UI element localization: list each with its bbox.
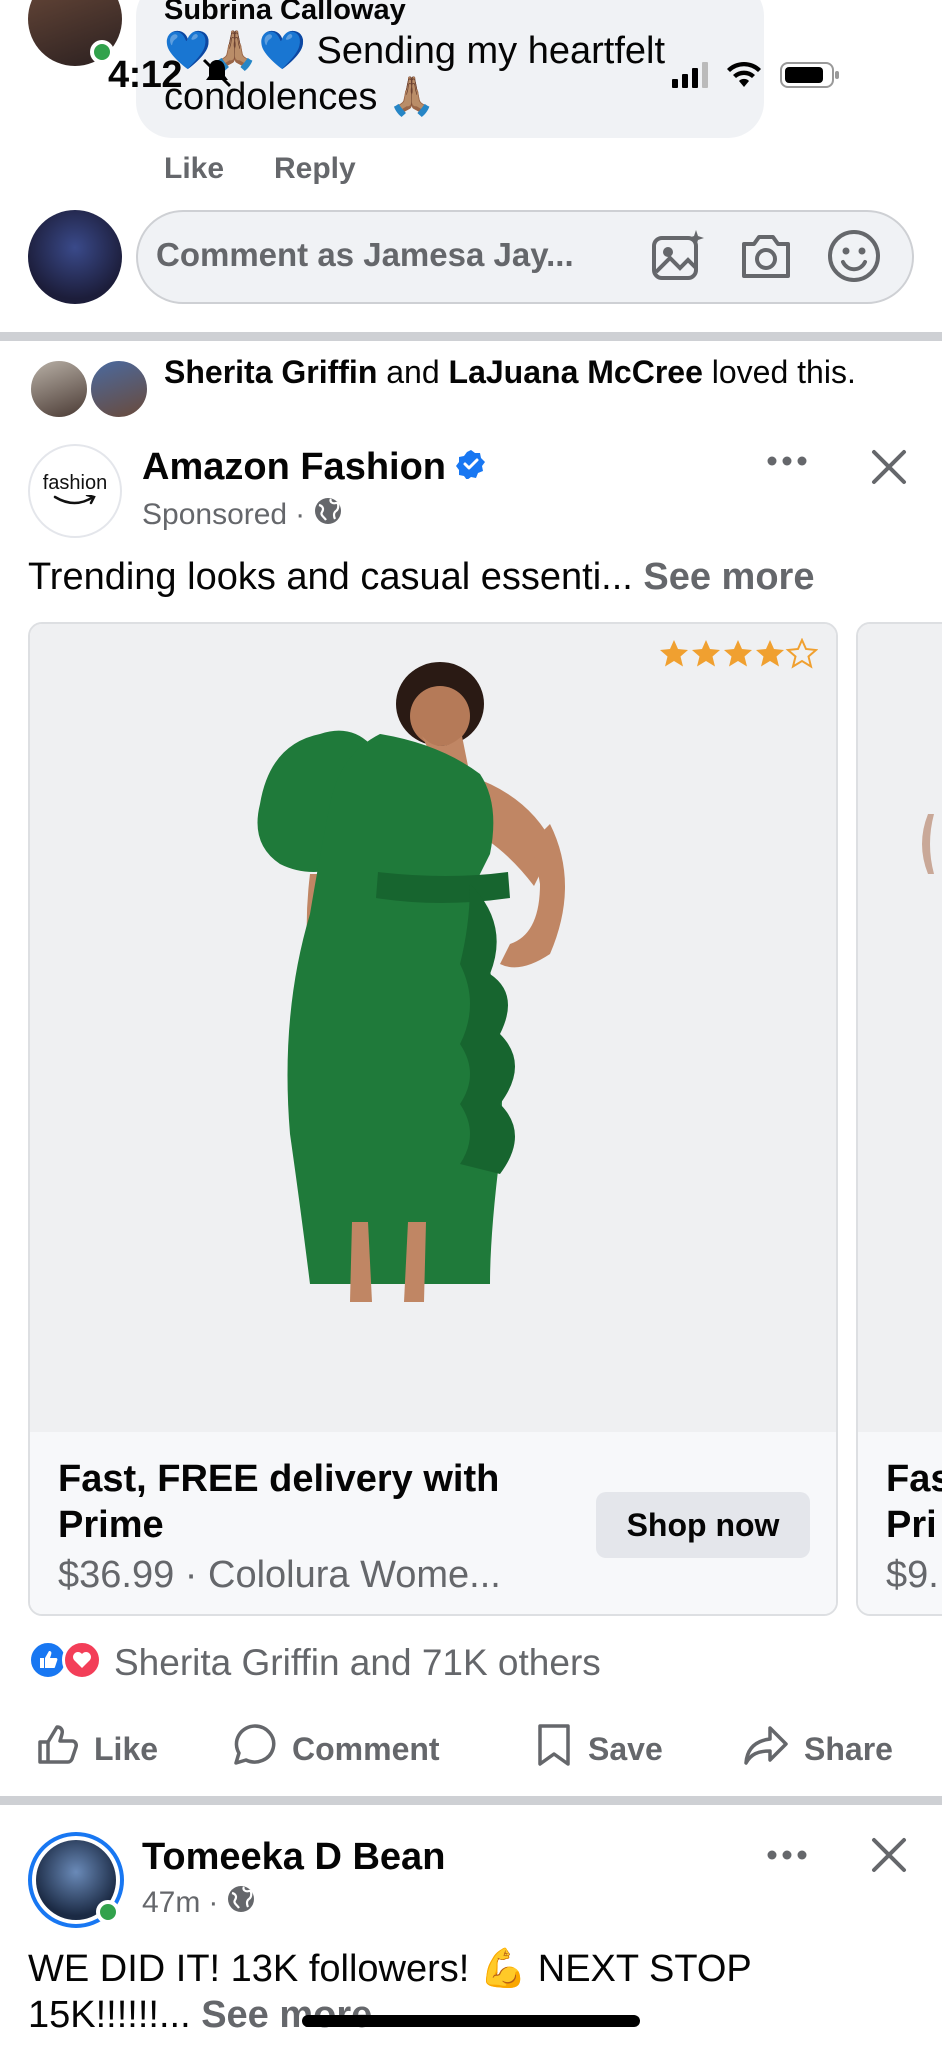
post-time-text: 47m xyxy=(142,1886,201,1919)
emoji-icon[interactable] xyxy=(826,228,882,284)
comment-text: 💙🙏🏽💙 Sending my heartfelt condolences 🙏🏽 xyxy=(164,28,754,120)
separator-dot: · xyxy=(295,498,306,531)
close-icon[interactable] xyxy=(870,448,908,491)
love-reaction-icon xyxy=(62,1640,102,1680)
product-image-2[interactable] xyxy=(858,624,942,1432)
signal-icon xyxy=(672,62,708,93)
more-options-icon[interactable] xyxy=(766,454,808,473)
home-indicator[interactable] xyxy=(302,2015,640,2027)
amazon-fashion-logo[interactable]: fashion xyxy=(28,444,122,538)
green-dress-model-image xyxy=(257,662,565,1302)
comment-like-link[interactable]: Like xyxy=(164,152,224,186)
comment-author[interactable]: Subrina Calloway xyxy=(164,0,406,27)
verified-badge-icon xyxy=(456,446,486,489)
reactor-avatar-2[interactable] xyxy=(88,358,150,420)
sponsored-label[interactable]: Sponsored · xyxy=(142,496,343,534)
comment-button[interactable]: Comment xyxy=(232,1722,440,1776)
product-2-title: Fas Pri xyxy=(886,1456,942,1548)
current-user-avatar[interactable] xyxy=(28,210,122,304)
comment-emoji-suffix: 🙏🏽 xyxy=(387,76,436,118)
reaction-icons[interactable] xyxy=(28,1640,102,1680)
loved-by-name-2[interactable]: LaJuana McCree xyxy=(449,354,703,390)
shop-now-button[interactable]: Shop now xyxy=(596,1492,810,1558)
feed-divider-2 xyxy=(0,1796,942,1805)
online-status-dot-2 xyxy=(96,1900,120,1924)
reactor-avatar-1[interactable] xyxy=(28,358,90,420)
status-icons xyxy=(672,60,840,95)
product-card-2[interactable]: Fas Pri $9. xyxy=(856,622,942,1616)
post-timestamp[interactable]: 47m · xyxy=(142,1884,256,1922)
silent-mode-icon xyxy=(200,56,234,95)
close-icon-2[interactable] xyxy=(870,1836,908,1879)
product-image[interactable] xyxy=(30,624,836,1432)
more-options-icon-2[interactable] xyxy=(766,1848,808,1867)
post-separator-dot: · xyxy=(208,1886,219,1919)
share-icon xyxy=(742,1722,790,1776)
wifi-icon xyxy=(726,61,762,94)
battery-icon xyxy=(780,60,840,95)
like-button[interactable]: Like xyxy=(34,1722,158,1776)
product-2-partial-image xyxy=(922,814,934,874)
comment-icon xyxy=(232,1722,278,1776)
bookmark-icon xyxy=(534,1722,574,1776)
like-label: Like xyxy=(94,1730,159,1767)
product-2-price: $9. xyxy=(886,1554,939,1596)
comment-input-placeholder: Comment as Jamesa Jay... xyxy=(156,236,574,273)
loved-by-suffix: loved this. xyxy=(711,354,856,390)
image-sparkle-icon[interactable] xyxy=(650,228,706,284)
page-name-text[interactable]: Amazon Fashion xyxy=(142,446,446,489)
reactions-summary[interactable]: Sherita Griffin and 71K others xyxy=(114,1642,601,1684)
comment-label: Comment xyxy=(292,1730,440,1767)
product-card-footer[interactable]: Fast, FREE delivery with Prime $36.99 · … xyxy=(30,1432,836,1614)
globe-icon-2 xyxy=(226,1884,256,1922)
product-title: Fast, FREE delivery with Prime xyxy=(58,1458,500,1546)
loved-by-text: Sherita Griffin and LaJuana McCree loved… xyxy=(164,352,884,392)
product-2-title-line2: Pri xyxy=(886,1504,937,1546)
status-time: 4:12 xyxy=(108,54,183,96)
product-card-2-footer[interactable]: Fas Pri $9. xyxy=(858,1432,942,1614)
ad-post-body: Trending looks and casual essenti... xyxy=(28,556,633,598)
amazon-smile-icon xyxy=(53,494,96,504)
feed-divider xyxy=(0,332,942,341)
logo-text: fashion xyxy=(42,471,108,494)
like-icon xyxy=(34,1722,80,1776)
globe-icon xyxy=(313,496,343,534)
loved-by-name-1[interactable]: Sherita Griffin xyxy=(164,354,377,390)
product-card[interactable]: Fast, FREE delivery with Prime $36.99 · … xyxy=(28,622,838,1616)
ad-post-text: Trending looks and casual essenti... See… xyxy=(28,556,814,599)
share-label: Share xyxy=(804,1730,893,1767)
comment-reply-link[interactable]: Reply xyxy=(274,152,356,186)
post-author[interactable]: Tomeeka D Bean xyxy=(142,1836,445,1879)
product-price: $36.99 · Cololura Wome... xyxy=(58,1554,501,1596)
save-label: Save xyxy=(588,1730,663,1767)
camera-icon[interactable] xyxy=(738,230,794,282)
save-button[interactable]: Save xyxy=(534,1722,663,1776)
product-2-title-line1: Fas xyxy=(886,1458,942,1500)
loved-by-joiner: and xyxy=(386,354,440,390)
page-name[interactable]: Amazon Fashion xyxy=(142,446,486,489)
see-more-link[interactable]: See more xyxy=(643,556,814,598)
sponsored-text: Sponsored xyxy=(142,498,288,531)
comment-emoji-prefix: 💙🙏🏽💙 xyxy=(164,30,306,72)
share-button[interactable]: Share xyxy=(742,1722,893,1776)
